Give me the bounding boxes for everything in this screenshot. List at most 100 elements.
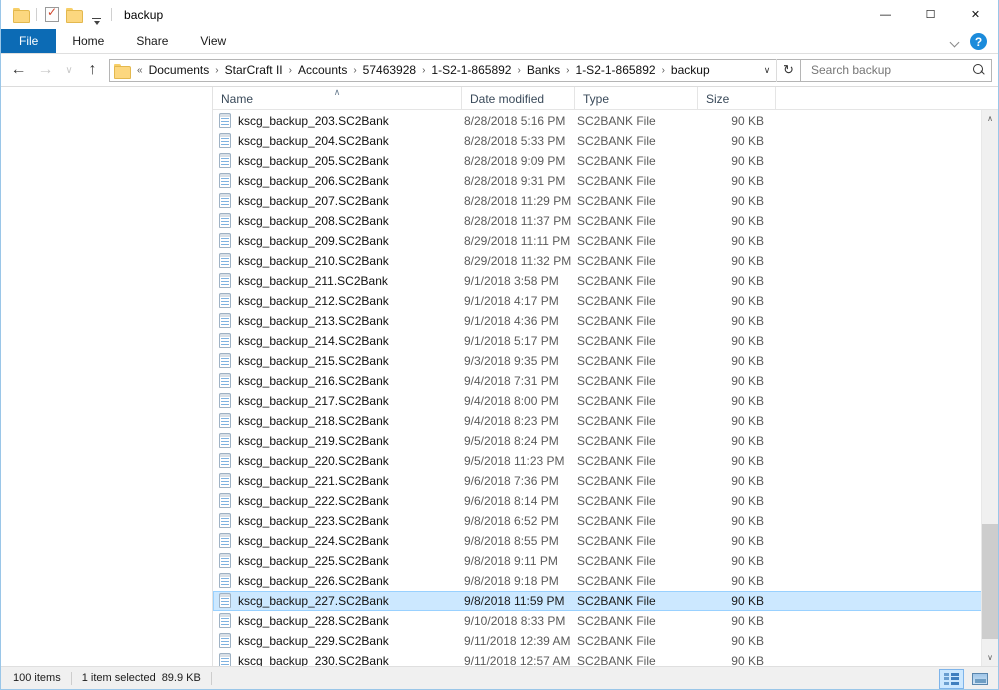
table-row[interactable]: kscg_backup_215.SC2Bank 9/3/2018 9:35 PM S… (213, 351, 998, 371)
table-row[interactable]: kscg_backup_204.SC2Bank 8/28/2018 5:33 PM… (213, 131, 998, 151)
file-name-cell: kscg_backup_206.SC2Bank (218, 173, 464, 189)
breadcrumb-separator[interactable]: › (212, 65, 221, 76)
table-row[interactable]: kscg_backup_217.SC2Bank 9/4/2018 8:00 PM S… (213, 391, 998, 411)
ribbon-tab-bar: File Home Share View ? (1, 29, 998, 54)
tab-file[interactable]: File (1, 29, 57, 53)
breadcrumb-separator[interactable]: › (659, 65, 668, 76)
search-icon[interactable] (972, 63, 986, 77)
tab-view[interactable]: View (184, 29, 242, 53)
breadcrumb-item-profile[interactable]: 1-S2-1-865892 (428, 63, 514, 77)
breadcrumb-dropdown-icon[interactable]: ∨ (758, 65, 776, 76)
table-row[interactable]: kscg_backup_218.SC2Bank 9/4/2018 8:23 PM S… (213, 411, 998, 431)
scroll-up-button[interactable]: ∧ (982, 110, 998, 127)
breadcrumb-separator[interactable]: › (350, 65, 359, 76)
column-header-size[interactable]: Size (698, 87, 776, 110)
file-name-cell: kscg_backup_228.SC2Bank (218, 613, 464, 629)
refresh-button[interactable]: ↻ (776, 58, 800, 82)
column-header-name[interactable]: Name ∧ (213, 87, 462, 110)
file-list[interactable]: kscg_backup_203.SC2Bank 8/28/2018 5:16 PM… (213, 110, 998, 666)
table-row[interactable]: kscg_backup_228.SC2Bank 9/10/2018 8:33 PM… (213, 611, 998, 631)
close-button[interactable]: ✕ (953, 0, 998, 29)
recent-locations-button[interactable]: ∨ (59, 57, 79, 83)
table-row[interactable]: kscg_backup_226.SC2Bank 9/8/2018 9:18 PM S… (213, 571, 998, 591)
column-header-type[interactable]: Type (575, 87, 698, 110)
column-header-date-label: Date modified (470, 91, 545, 106)
breadcrumb-item-profile-2[interactable]: 1-S2-1-865892 (573, 63, 659, 77)
scroll-down-button[interactable]: ∨ (982, 649, 998, 666)
maximize-button[interactable]: ☐ (908, 0, 953, 29)
breadcrumb-item-starcraft-ii[interactable]: StarCraft II (222, 63, 286, 77)
table-row[interactable]: kscg_backup_210.SC2Bank 8/29/2018 11:32 P… (213, 251, 998, 271)
search-input[interactable] (809, 62, 972, 78)
status-divider (70, 671, 72, 685)
table-row[interactable]: kscg_backup_229.SC2Bank 9/11/2018 12:39 A… (213, 631, 998, 651)
tab-share[interactable]: Share (120, 29, 184, 53)
breadcrumb-separator[interactable]: › (286, 65, 295, 76)
table-row[interactable]: kscg_backup_220.SC2Bank 9/5/2018 11:23 PM… (213, 451, 998, 471)
file-type-cell: SC2BANK File (577, 234, 656, 248)
table-row[interactable]: kscg_backup_211.SC2Bank 9/1/2018 3:58 PM S… (213, 271, 998, 291)
file-name-cell: kscg_backup_217.SC2Bank (218, 393, 464, 409)
sc2bank-file-icon (218, 473, 232, 489)
table-row[interactable]: kscg_backup_224.SC2Bank 9/8/2018 8:55 PM S… (213, 531, 998, 551)
up-button[interactable]: ↑ (79, 57, 106, 83)
table-row[interactable]: kscg_backup_230.SC2Bank 9/11/2018 12:57 A… (213, 651, 998, 666)
file-type-cell: SC2BANK File (577, 334, 656, 348)
file-size-cell: 90 KB (731, 574, 764, 588)
breadcrumb-item-documents[interactable]: Documents (146, 63, 213, 77)
file-date-cell: 9/8/2018 9:18 PM (464, 574, 559, 588)
back-button[interactable]: ← (5, 57, 32, 83)
table-row[interactable]: kscg_backup_208.SC2Bank 8/28/2018 11:37 P… (213, 211, 998, 231)
forward-button[interactable]: → (32, 57, 59, 83)
minimize-button[interactable]: — (863, 0, 908, 29)
search-box[interactable] (801, 58, 992, 82)
file-name-cell: kscg_backup_224.SC2Bank (218, 533, 464, 549)
properties-icon[interactable] (41, 4, 63, 26)
file-name-label: kscg_backup_221.SC2Bank (238, 474, 389, 488)
table-row[interactable]: kscg_backup_222.SC2Bank 9/6/2018 8:14 PM S… (213, 491, 998, 511)
breadcrumb-overflow[interactable]: « (134, 65, 146, 76)
breadcrumb-separator[interactable]: › (419, 65, 428, 76)
breadcrumb-item-accounts[interactable]: Accounts (295, 63, 350, 77)
table-row[interactable]: kscg_backup_205.SC2Bank 8/28/2018 9:09 PM… (213, 151, 998, 171)
tab-home[interactable]: Home (56, 29, 120, 53)
scrollbar-thumb[interactable] (982, 523, 998, 639)
breadcrumb-item-backup[interactable]: backup (668, 63, 713, 77)
vertical-scrollbar[interactable]: ∧ ∨ (981, 110, 998, 666)
customize-quick-access-icon[interactable] (85, 4, 107, 26)
file-date-cell: 9/1/2018 5:17 PM (464, 334, 559, 348)
table-row[interactable]: kscg_backup_214.SC2Bank 9/1/2018 5:17 PM S… (213, 331, 998, 351)
breadcrumb-separator[interactable]: › (514, 65, 523, 76)
breadcrumb-item-banks[interactable]: Banks (524, 63, 563, 77)
table-row[interactable]: kscg_backup_203.SC2Bank 8/28/2018 5:16 PM… (213, 111, 998, 131)
details-view-button[interactable] (939, 668, 964, 689)
file-size-cell: 90 KB (731, 214, 764, 228)
file-size-cell: 90 KB (731, 554, 764, 568)
breadcrumb[interactable]: « Documents › StarCraft II › Accounts › … (109, 58, 801, 82)
file-type-cell: SC2BANK File (577, 654, 656, 666)
sc2bank-file-icon (218, 233, 232, 249)
chevron-down-icon[interactable] (949, 35, 962, 48)
table-row[interactable]: kscg_backup_223.SC2Bank 9/8/2018 6:52 PM S… (213, 511, 998, 531)
column-header-date-modified[interactable]: Date modified (462, 87, 575, 110)
breadcrumb-separator[interactable]: › (563, 65, 572, 76)
large-icons-view-button[interactable] (967, 669, 992, 689)
help-icon[interactable]: ? (970, 33, 987, 50)
table-row[interactable]: kscg_backup_219.SC2Bank 9/5/2018 8:24 PM S… (213, 431, 998, 451)
navigation-pane[interactable] (1, 87, 213, 666)
table-row[interactable]: kscg_backup_206.SC2Bank 8/28/2018 9:31 PM… (213, 171, 998, 191)
scrollbar-track[interactable] (982, 127, 998, 649)
table-row[interactable]: kscg_backup_212.SC2Bank 9/1/2018 4:17 PM S… (213, 291, 998, 311)
table-row[interactable]: kscg_backup_227.SC2Bank 9/8/2018 11:59 PM… (213, 591, 998, 611)
table-row[interactable]: kscg_backup_221.SC2Bank 9/6/2018 7:36 PM S… (213, 471, 998, 491)
file-name-label: kscg_backup_230.SC2Bank (238, 654, 389, 666)
table-row[interactable]: kscg_backup_213.SC2Bank 9/1/2018 4:36 PM S… (213, 311, 998, 331)
file-type-cell: SC2BANK File (577, 394, 656, 408)
breadcrumb-item-account-id[interactable]: 57463928 (360, 63, 419, 77)
new-folder-icon[interactable] (63, 4, 85, 26)
table-row[interactable]: kscg_backup_207.SC2Bank 8/28/2018 11:29 P… (213, 191, 998, 211)
table-row[interactable]: kscg_backup_225.SC2Bank 9/8/2018 9:11 PM S… (213, 551, 998, 571)
folder-icon[interactable] (10, 4, 32, 26)
table-row[interactable]: kscg_backup_209.SC2Bank 8/29/2018 11:11 P… (213, 231, 998, 251)
table-row[interactable]: kscg_backup_216.SC2Bank 9/4/2018 7:31 PM S… (213, 371, 998, 391)
